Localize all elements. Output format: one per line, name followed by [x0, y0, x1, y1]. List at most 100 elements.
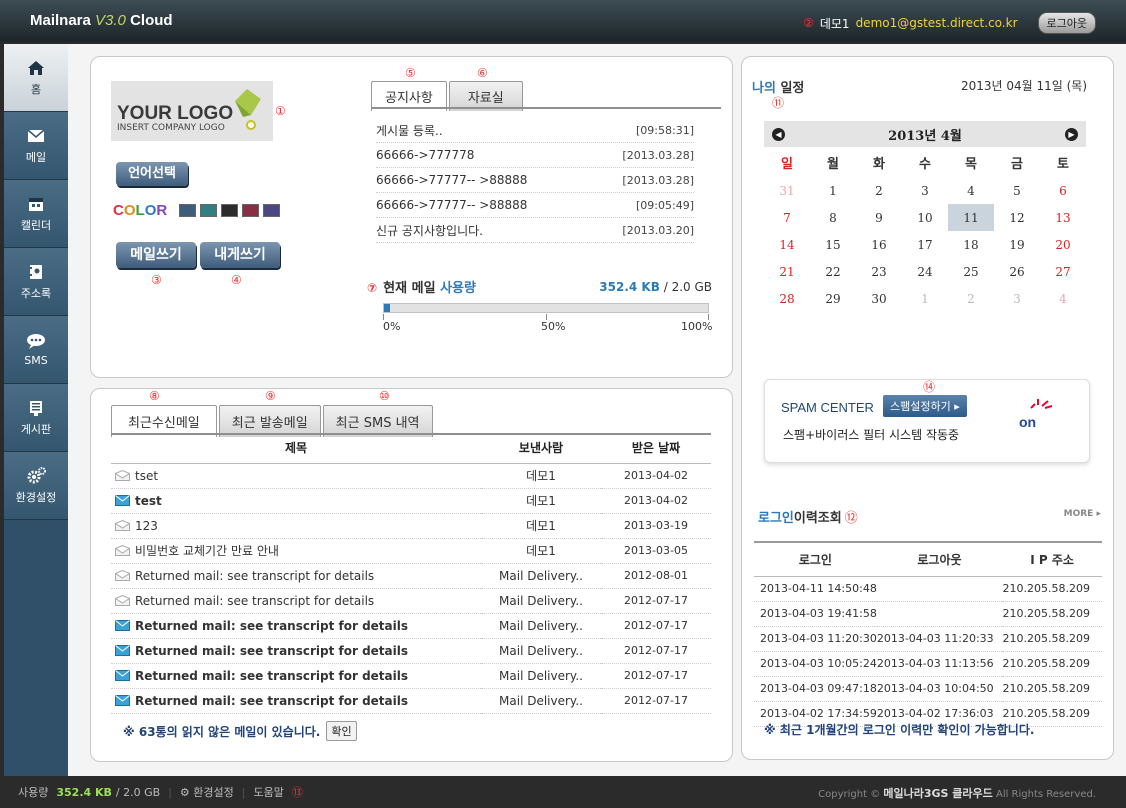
table-row[interactable]: Returned mail: see transcript for detail… [111, 588, 711, 614]
table-row[interactable]: 123 데모1 2013-03-19 [111, 513, 711, 539]
mail-subject[interactable]: Returned mail: see transcript for detail… [111, 563, 481, 589]
table-row[interactable]: 비밀번호 교체기간 만료 안내 데모1 2013-03-05 [111, 538, 711, 564]
notice-item[interactable]: 66666->77777-- >88888 [2013.03.28] [376, 168, 694, 193]
mail-subject-text: Returned mail: see transcript for detail… [135, 668, 409, 683]
calendar-day[interactable]: 2 [948, 285, 994, 312]
calendar-day[interactable]: 1 [902, 285, 948, 312]
language-select-button[interactable]: 언어선택 [116, 162, 188, 186]
mail-subject[interactable]: tset [111, 463, 481, 489]
compose-mail-button[interactable]: 메일쓰기 [116, 242, 196, 268]
today-date: 2013년 04월 11일 (목) [960, 79, 1087, 93]
calendar-day[interactable]: 26 [994, 258, 1040, 285]
calendar-day[interactable]: 3 [994, 285, 1040, 312]
sidebar-item-address-book[interactable]: 주소록 [4, 248, 68, 316]
calendar-day[interactable]: 14 [764, 231, 810, 258]
notice-item[interactable]: 66666->777778 [2013.03.28] [376, 143, 694, 168]
mail-subject[interactable]: Returned mail: see transcript for detail… [111, 688, 481, 714]
calendar-day[interactable]: 24 [902, 258, 948, 285]
notice-item[interactable]: 66666->77777-- >88888 [09:05:49] [376, 193, 694, 218]
write-to-self-button[interactable]: 내게쓰기 [200, 242, 280, 268]
calendar-day[interactable]: 20 [1040, 231, 1086, 258]
table-row[interactable]: Returned mail: see transcript for detail… [111, 563, 711, 589]
mail-subject[interactable]: test [111, 488, 481, 514]
calendar-day[interactable]: 19 [994, 231, 1040, 258]
sidebar-item-board[interactable]: 게시판 [4, 384, 68, 452]
unread-note: ※ 63통의 읽지 않은 메일이 있습니다. 확인 [123, 721, 357, 741]
calendar-day[interactable]: 18 [948, 231, 994, 258]
sidebar-item-label: 주소록 [20, 286, 52, 300]
marker-8: ⑧ [149, 389, 160, 403]
calendar-weekday: 토 [1057, 156, 1069, 172]
calendar-day[interactable]: 9 [856, 204, 902, 231]
table-row[interactable]: Returned mail: see transcript for detail… [111, 663, 711, 689]
calendar-day[interactable]: 21 [764, 258, 810, 285]
table-row[interactable]: Returned mail: see transcript for detail… [111, 638, 711, 664]
sidebar-item-calendar[interactable]: 캘린더 [4, 180, 68, 248]
mail-subject[interactable]: Returned mail: see transcript for detail… [111, 613, 481, 639]
calendar-today[interactable]: 11 [948, 204, 994, 231]
calendar-day[interactable]: 23 [856, 258, 902, 285]
color-swatch-teal[interactable] [200, 204, 218, 217]
table-row[interactable]: Returned mail: see transcript for detail… [111, 688, 711, 714]
column-header: 로그인 [754, 541, 877, 577]
calendar-day[interactable]: 4 [1040, 285, 1086, 312]
notice-item[interactable]: 신규 공지사항입니다. [2013.03.20] [376, 218, 694, 243]
calendar-day[interactable]: 22 [810, 258, 856, 285]
mail-subject[interactable]: Returned mail: see transcript for detail… [111, 588, 481, 614]
calendar-day[interactable]: 16 [856, 231, 902, 258]
calendar-day[interactable]: 8 [810, 204, 856, 231]
sidebar-item-sms[interactable]: SMS [4, 316, 68, 384]
calendar-day[interactable]: 12 [994, 204, 1040, 231]
calendar-day[interactable]: 5 [994, 177, 1040, 204]
gear-icon: ⚙ [179, 786, 190, 799]
footer-settings-link[interactable]: ⚙ 환경설정 [180, 784, 234, 800]
mail-subject[interactable]: Returned mail: see transcript for detail… [111, 663, 481, 689]
notice-item[interactable]: 게시물 등록.. [09:58:31] [376, 118, 694, 143]
mail-subject[interactable]: 123 [111, 513, 481, 539]
ip-address: 210.205.58.209 [1002, 626, 1102, 652]
logo-subtitle: INSERT COMPANY LOGO [117, 123, 225, 133]
brand-suffix: Cloud [130, 12, 173, 29]
calendar-day[interactable]: 6 [1040, 177, 1086, 204]
calendar-day[interactable]: 28 [764, 285, 810, 312]
mail-subject[interactable]: 비밀번호 교체기간 만료 안내 [111, 538, 481, 564]
calendar-day[interactable]: 15 [810, 231, 856, 258]
next-month-icon[interactable]: ▶ [1065, 127, 1078, 141]
table-row[interactable]: test 데모1 2013-04-02 [111, 488, 711, 514]
mail-subject[interactable]: Returned mail: see transcript for detail… [111, 638, 481, 664]
recent-mail-table: 제목 보낸사람 받은 날짜 tset 데모1 2013-04-02 test 데모1 20… [111, 433, 711, 714]
prev-month-icon[interactable]: ◀ [772, 127, 785, 141]
color-swatch-black[interactable] [221, 204, 239, 217]
calendar-day[interactable]: 7 [764, 204, 810, 231]
sidebar-item-settings[interactable]: 환경설정 [4, 452, 68, 520]
calendar-day[interactable]: 17 [902, 231, 948, 258]
calendar-day[interactable]: 27 [1040, 258, 1086, 285]
calendar-day[interactable]: 3 [902, 177, 948, 204]
brand-logo[interactable]: Mailnara V3.0 Cloud [30, 12, 173, 29]
mail-subject-text: 123 [135, 518, 158, 533]
more-link[interactable]: MORE ▸ [1064, 509, 1101, 519]
logout-button[interactable]: 로그아웃 [1037, 12, 1096, 34]
sidebar-item-mail[interactable]: 메일 [4, 112, 68, 180]
calendar-day[interactable]: 2 [856, 177, 902, 204]
calendar-day[interactable]: 13 [1040, 204, 1086, 231]
calendar-day[interactable]: 4 [948, 177, 994, 204]
color-swatch-maroon[interactable] [242, 204, 260, 217]
confirm-button[interactable]: 확인 [326, 721, 357, 741]
home-panel: YOUR LOGO INSERT COMPANY LOGO ① 언어선택 COL… [90, 56, 733, 378]
spam-settings-button[interactable]: 스팸설정하기 ▸ [883, 395, 967, 417]
color-swatch-purple[interactable] [263, 204, 281, 217]
calendar-day[interactable]: 29 [810, 285, 856, 312]
sidebar-item-label: SMS [24, 354, 48, 367]
table-row[interactable]: Returned mail: see transcript for detail… [111, 613, 711, 639]
calendar-day[interactable]: 1 [810, 177, 856, 204]
usage-value: 352.4 KB / 2.0 GB [599, 280, 712, 294]
footer-help-link[interactable]: 도움말 [253, 784, 283, 800]
calendar-day[interactable]: 25 [948, 258, 994, 285]
sidebar-item-home[interactable]: 홈 [4, 44, 68, 112]
calendar-day[interactable]: 10 [902, 204, 948, 231]
color-swatch-blue[interactable] [179, 204, 197, 217]
calendar-day[interactable]: 31 [764, 177, 810, 204]
calendar-day[interactable]: 30 [856, 285, 902, 312]
table-row[interactable]: tset 데모1 2013-04-02 [111, 463, 711, 489]
